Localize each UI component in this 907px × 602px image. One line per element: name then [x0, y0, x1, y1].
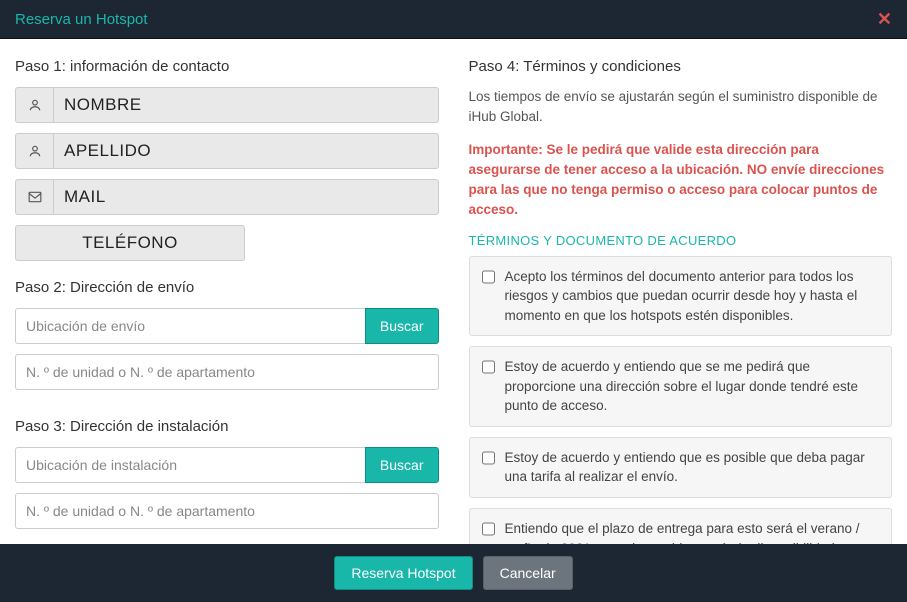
step4-title: Paso 4: Términos y condiciones — [469, 58, 893, 75]
terms-check-2[interactable]: Estoy de acuerdo y entiendo que se me pe… — [469, 346, 893, 427]
terms-document-link[interactable]: TÉRMINOS Y DOCUMENTO DE ACUERDO — [469, 233, 893, 248]
cancel-button[interactable]: Cancelar — [483, 556, 573, 590]
step1-title: Paso 1: información de contacto — [15, 58, 439, 75]
terms-check-4-label: Entiendo que el plazo de entrega para es… — [505, 519, 880, 544]
modal-title: Reserva un Hotspot — [15, 11, 148, 28]
step2-title: Paso 2: Dirección de envío — [15, 279, 439, 296]
mail-group — [15, 179, 439, 215]
terms-checkbox-1[interactable] — [482, 270, 495, 284]
name-group — [15, 87, 439, 123]
modal-body: Paso 1: información de contacto — [0, 39, 907, 544]
install-search-button[interactable]: Buscar — [365, 447, 439, 483]
close-icon[interactable]: ✕ — [877, 10, 892, 28]
lastname-group — [15, 133, 439, 169]
mail-icon — [15, 179, 53, 215]
mail-input[interactable] — [53, 179, 439, 215]
left-column: Paso 1: información de contacto — [15, 54, 439, 534]
terms-check-3-label: Estoy de acuerdo y entiendo que es posib… — [505, 448, 880, 487]
important-warning: Importante: Se le pedirá que valide esta… — [469, 140, 893, 221]
shipping-info-text: Los tiempos de envío se ajustarán según … — [469, 87, 893, 128]
right-column: Paso 4: Términos y condiciones Los tiemp… — [469, 54, 893, 534]
modal-header: Reserva un Hotspot ✕ — [0, 0, 907, 39]
phone-input[interactable] — [15, 225, 245, 261]
install-unit-input[interactable] — [15, 493, 439, 529]
reserve-hotspot-button[interactable]: Reserva Hotspot — [334, 556, 472, 590]
terms-check-2-label: Estoy de acuerdo y entiendo que se me pe… — [505, 357, 880, 416]
terms-check-1-label: Acepto los términos del documento anteri… — [505, 267, 880, 326]
terms-check-3[interactable]: Estoy de acuerdo y entiendo que es posib… — [469, 437, 893, 498]
name-input[interactable] — [53, 87, 439, 123]
terms-check-4[interactable]: Entiendo que el plazo de entrega para es… — [469, 508, 893, 544]
install-location-input[interactable] — [15, 447, 365, 483]
user-icon — [15, 133, 53, 169]
shipping-unit-input[interactable] — [15, 354, 439, 390]
user-icon — [15, 87, 53, 123]
terms-checkbox-4[interactable] — [482, 522, 495, 536]
lastname-input[interactable] — [53, 133, 439, 169]
step3-title: Paso 3: Dirección de instalación — [15, 418, 439, 435]
shipping-search-row: Buscar — [15, 308, 439, 344]
terms-checkbox-2[interactable] — [482, 360, 495, 374]
install-search-row: Buscar — [15, 447, 439, 483]
shipping-search-button[interactable]: Buscar — [365, 308, 439, 344]
terms-check-1[interactable]: Acepto los términos del documento anteri… — [469, 256, 893, 337]
phone-group — [15, 225, 439, 261]
shipping-location-input[interactable] — [15, 308, 365, 344]
terms-checkbox-3[interactable] — [482, 451, 495, 465]
modal-footer: Reserva Hotspot Cancelar — [0, 544, 907, 602]
reserve-hotspot-modal: Reserva un Hotspot ✕ Paso 1: información… — [0, 0, 907, 602]
